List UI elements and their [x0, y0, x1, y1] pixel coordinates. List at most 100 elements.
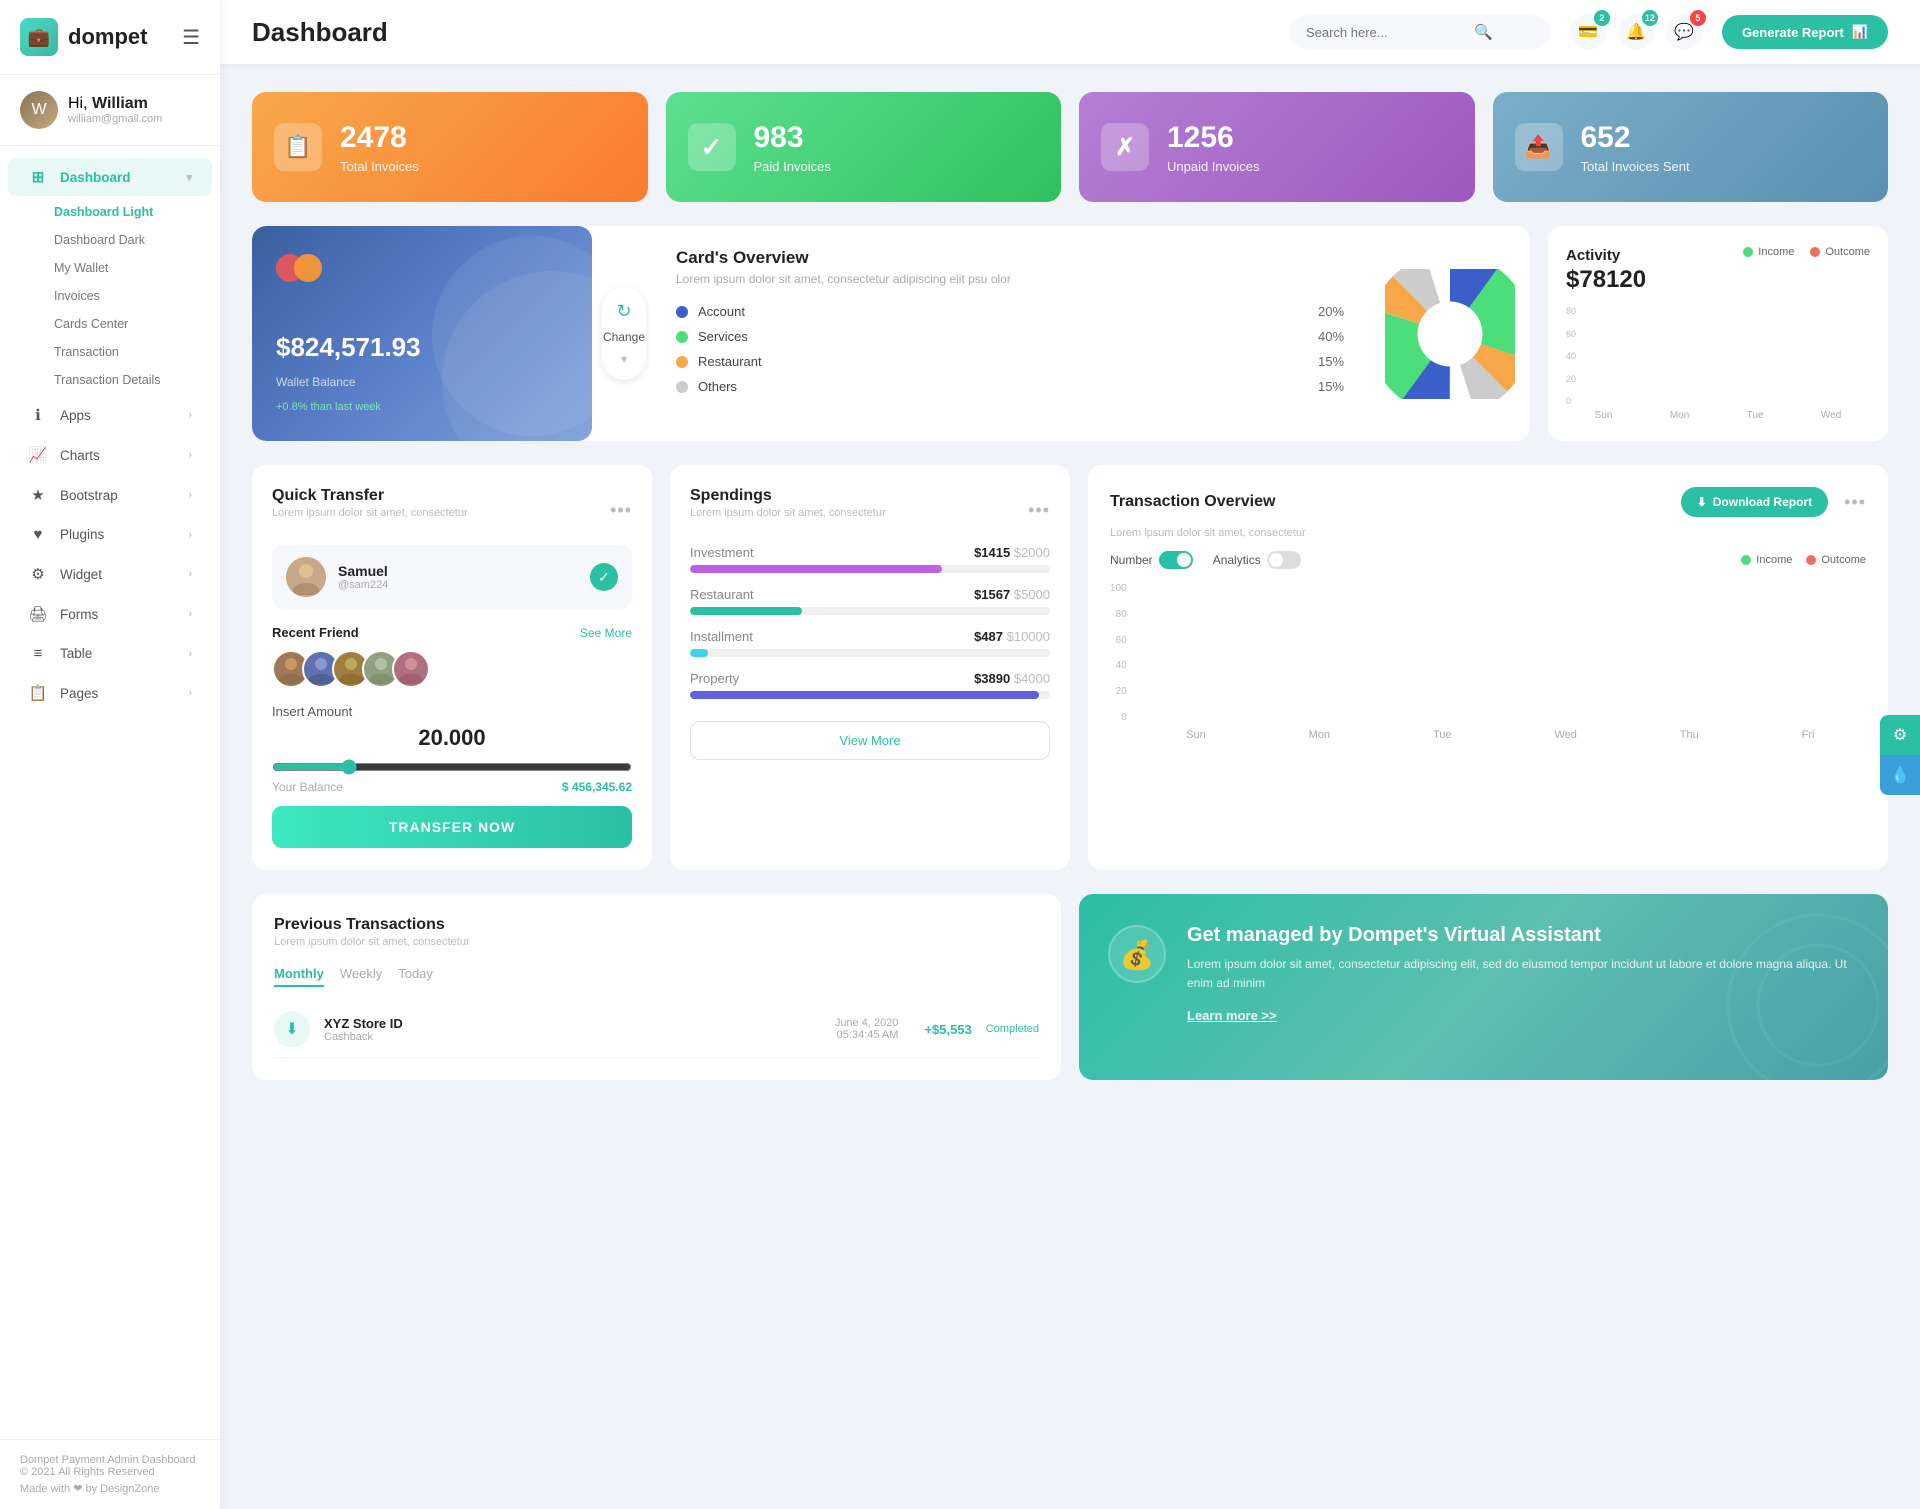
y-axis: 806040200: [1566, 306, 1576, 406]
investment-progress-bar: [690, 565, 1050, 573]
spendings-title-area: Spendings Lorem ipsum dolor sit amet, co…: [690, 487, 886, 533]
promo-banner: 💰 Get managed by Dompet's Virtual Assist…: [1079, 894, 1888, 1080]
user-email: william@gmail.com: [68, 113, 162, 125]
sidebar-item-table[interactable]: ≡ Table ›: [8, 635, 212, 672]
charts-icon: 📈: [28, 446, 48, 464]
spending-installment-name: Installment: [690, 629, 753, 644]
number-toggle[interactable]: [1159, 551, 1193, 569]
apps-icon: ℹ: [28, 406, 48, 424]
amount-slider[interactable]: [272, 759, 632, 775]
analytics-toggle[interactable]: [1267, 551, 1301, 569]
subitem-dashboard-light[interactable]: Dashboard Light: [44, 198, 220, 226]
y-80: 80: [1110, 609, 1127, 620]
sidebar-item-widget[interactable]: ⚙ Widget ›: [8, 555, 212, 593]
generate-report-button[interactable]: Generate Report 📊: [1722, 15, 1888, 49]
friend-avatar-5: [392, 650, 430, 688]
bootstrap-icon: ★: [28, 486, 48, 504]
co-item-restaurant: Restaurant 15%: [676, 354, 1350, 369]
activity-title: Activity: [1566, 247, 1620, 264]
sidebar-item-charts[interactable]: 📈 Charts ›: [8, 436, 212, 474]
co-item-services-label: Services: [698, 329, 1308, 344]
settings-float-btn[interactable]: ⚙: [1880, 715, 1920, 755]
transfer-user-avatar: [286, 557, 326, 597]
bell-icon-btn[interactable]: 🔔 12: [1618, 14, 1654, 50]
sidebar-item-forms[interactable]: 🖨 Forms ›: [8, 595, 212, 633]
user-greeting: Hi, William: [68, 95, 162, 113]
y-40: 40: [1110, 660, 1127, 671]
transaction-overview-header: Transaction Overview ⬇ Download Report •…: [1110, 487, 1866, 517]
spendings-card: Spendings Lorem ipsum dolor sit amet, co…: [670, 465, 1070, 870]
subitem-cards-center[interactable]: Cards Center: [44, 310, 220, 338]
outcome-label: Outcome: [1825, 246, 1870, 258]
wallet-icon-btn[interactable]: 💳 2: [1570, 14, 1606, 50]
restaurant-dot: [676, 356, 688, 368]
total-invoices-label: Total Invoices: [340, 159, 419, 174]
see-all-link[interactable]: See More: [580, 626, 632, 640]
page-content: 📋 2478 Total Invoices ✓ 983 Paid Invoice…: [220, 64, 1920, 1509]
to-label-sun: Sun: [1186, 729, 1206, 741]
total-sent-number: 652: [1581, 121, 1690, 155]
to-income-legend: Income: [1741, 554, 1792, 566]
subitem-invoices[interactable]: Invoices: [44, 282, 220, 310]
previous-transactions-card: Previous Transactions Lorem ipsum dolor …: [252, 894, 1061, 1080]
promo-icon: 💰: [1107, 924, 1167, 993]
spendings-menu-icon[interactable]: •••: [1028, 500, 1050, 521]
to-outcome-legend: Outcome: [1806, 554, 1866, 566]
transaction-menu-icon[interactable]: •••: [1844, 492, 1866, 513]
search-input[interactable]: [1306, 25, 1466, 40]
sidebar-item-apps[interactable]: ℹ Apps ›: [8, 396, 212, 434]
view-more-button[interactable]: View More: [690, 721, 1050, 760]
installment-progress-fill: [690, 649, 708, 657]
sidebar-item-bootstrap[interactable]: ★ Bootstrap ›: [8, 476, 212, 514]
subitem-transaction-details[interactable]: Transaction Details: [44, 366, 220, 394]
friends-avatars: [272, 650, 632, 688]
subitem-dashboard-dark[interactable]: Dashboard Dark: [44, 226, 220, 254]
water-float-btn[interactable]: 💧: [1880, 755, 1920, 795]
chat-icon-btn[interactable]: 💬 5: [1666, 14, 1702, 50]
quick-transfer-menu-icon[interactable]: •••: [610, 500, 632, 521]
plugins-arrow-icon: ›: [188, 529, 192, 541]
download-report-button[interactable]: ⬇ Download Report: [1681, 487, 1828, 517]
stat-card-unpaid-invoices: ✗ 1256 Unpaid Invoices: [1079, 92, 1475, 202]
hamburger-menu[interactable]: ☰: [182, 25, 200, 50]
outcome-dot: [1810, 247, 1820, 257]
card-overview-container: $824,571.93 Wallet Balance +0.8% than la…: [252, 226, 1530, 441]
promo-learn-more-link[interactable]: Learn more >>: [1187, 1008, 1277, 1023]
table-icon: ≡: [28, 645, 48, 662]
amount-label: Insert Amount: [272, 704, 632, 719]
number-toggle-knob: [1177, 553, 1191, 567]
sidebar-logo: 💼 dompet ☰: [0, 0, 220, 75]
tx-status-1: Completed: [986, 1023, 1039, 1035]
sidebar-item-pages[interactable]: 📋 Pages ›: [8, 674, 212, 712]
transaction-overview-controls: ⬇ Download Report •••: [1681, 487, 1866, 517]
subitem-my-wallet[interactable]: My Wallet: [44, 254, 220, 282]
logo-icon: 💼: [20, 18, 58, 56]
co-item-restaurant-pct: 15%: [1318, 354, 1350, 369]
transfer-now-button[interactable]: TRANSFER NOW: [272, 806, 632, 848]
check-icon: ✓: [590, 563, 618, 591]
account-dot: [676, 306, 688, 318]
prev-transactions-header: Previous Transactions Lorem ipsum dolor …: [274, 916, 1039, 962]
logo-text: dompet: [68, 24, 147, 50]
spending-property-amounts: $3890 $4000: [974, 671, 1050, 686]
sidebar-item-plugins[interactable]: ♥ Plugins ›: [8, 516, 212, 553]
label-sun: Sun: [1595, 410, 1613, 421]
unpaid-invoices-icon: ✗: [1101, 123, 1149, 171]
co-item-others-pct: 15%: [1318, 379, 1350, 394]
tab-weekly[interactable]: Weekly: [340, 966, 382, 987]
wallet-change-button[interactable]: ↻ Change ▾: [602, 287, 646, 380]
subitem-transaction[interactable]: Transaction: [44, 338, 220, 366]
stat-cards: 📋 2478 Total Invoices ✓ 983 Paid Invoice…: [252, 92, 1888, 202]
tab-today[interactable]: Today: [398, 966, 433, 987]
chevron-down-icon: ▾: [621, 352, 627, 366]
co-item-services: Services 40%: [676, 329, 1350, 344]
charts-arrow-icon: ›: [188, 449, 192, 461]
tab-monthly[interactable]: Monthly: [274, 966, 324, 987]
activity-legend: Income Outcome: [1743, 246, 1870, 258]
sidebar-item-dashboard[interactable]: ⊞ Dashboard ▾: [8, 158, 212, 196]
quick-transfer-title-area: Quick Transfer Lorem ipsum dolor sit ame…: [272, 487, 468, 533]
recent-friends-header: Recent Friend See More: [272, 625, 632, 640]
activity-card: Activity Income Outcome $78120: [1548, 226, 1888, 441]
wallet-change: +0.8% than last week: [276, 401, 568, 413]
total-sent-info: 652 Total Invoices Sent: [1581, 121, 1690, 174]
